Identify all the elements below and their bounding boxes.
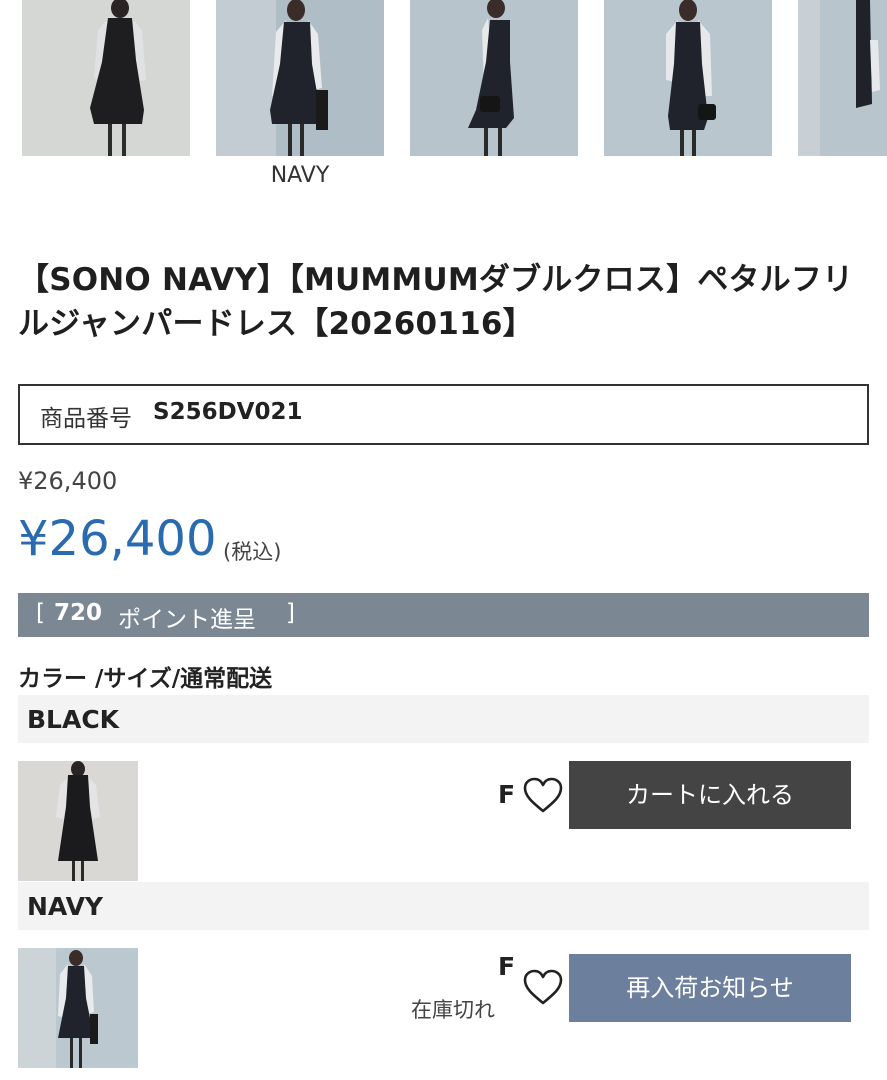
- color-name: BLACK: [27, 705, 120, 734]
- product-number-box: 商品番号 S256DV021: [18, 384, 869, 445]
- variant-image-black: [18, 761, 138, 881]
- sale-price: ¥26,400: [18, 511, 217, 567]
- color-name: NAVY: [27, 892, 104, 921]
- sku-label: 商品番号: [40, 406, 132, 432]
- add-to-cart-button[interactable]: カートに入れる: [569, 761, 851, 829]
- size-label: F: [498, 952, 516, 981]
- gallery-thumbnail[interactable]: [22, 0, 190, 156]
- gallery-thumbnail[interactable]: [410, 0, 578, 156]
- size-label: F: [498, 780, 516, 809]
- out-of-stock-label: 在庫切れ: [411, 998, 495, 1022]
- points-bracket-close: ]: [286, 600, 295, 626]
- color-row-black: BLACK: [18, 695, 869, 743]
- variants-header: カラー /サイズ/通常配送: [18, 666, 273, 692]
- image-gallery: [0, 0, 887, 160]
- points-value: 720: [54, 600, 103, 626]
- points-bar: [ 720 ポイント進呈 ]: [18, 593, 869, 637]
- gallery-thumbnail[interactable]: [604, 0, 772, 156]
- thumbnail-caption: NAVY: [270, 163, 330, 188]
- points-text: ポイント進呈: [118, 607, 256, 633]
- gallery-thumbnail[interactable]: [798, 0, 887, 156]
- color-row-navy: NAVY: [18, 882, 869, 930]
- sku-value: S256DV021: [153, 399, 303, 425]
- restock-notify-button[interactable]: 再入荷お知らせ: [569, 954, 851, 1022]
- tax-note: (税込): [223, 540, 282, 564]
- gallery-thumbnail-selected[interactable]: [216, 0, 384, 156]
- product-title: 【SONO NAVY】【MUMMUMダブルクロス】ペタルフリルジャンパードレス【…: [18, 262, 854, 342]
- heart-icon[interactable]: [522, 968, 564, 1006]
- points-bracket-open: [: [36, 600, 45, 626]
- list-price: ¥26,400: [18, 467, 118, 495]
- heart-icon[interactable]: [522, 776, 564, 814]
- variant-image-navy: [18, 948, 138, 1068]
